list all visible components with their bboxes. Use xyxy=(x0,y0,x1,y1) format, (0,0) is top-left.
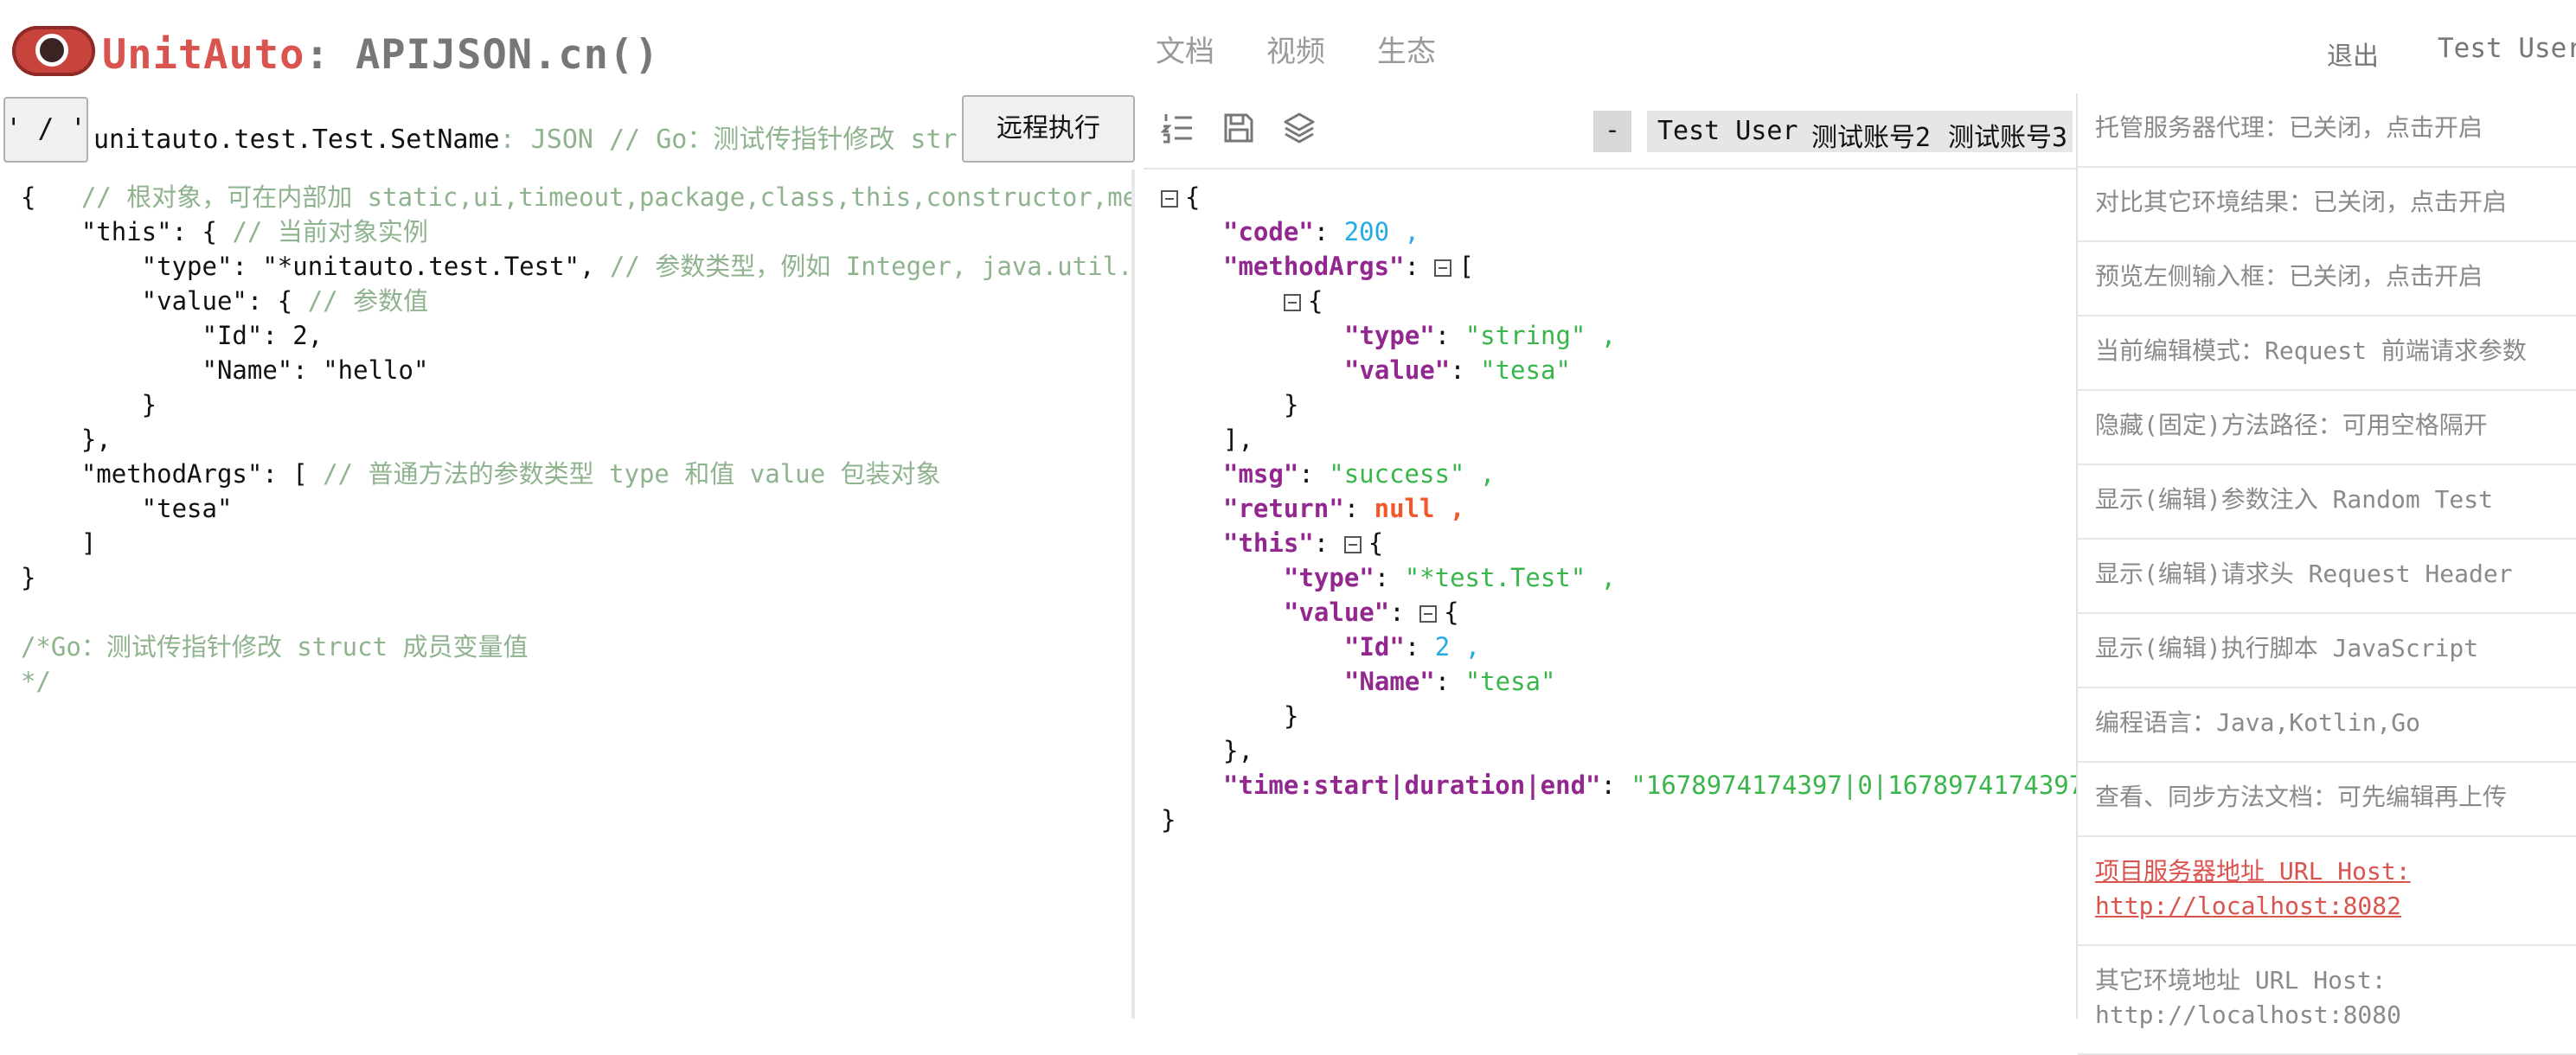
method-path-hint: : JSON // Go：测试传指针修改 struct 成员变量值 xyxy=(499,125,958,152)
save-icon[interactable] xyxy=(1221,111,1256,145)
json-line: } xyxy=(1284,390,1299,419)
code-line: }, xyxy=(21,425,112,454)
json-line: "this": { xyxy=(1223,528,1384,558)
nav-ecosystem[interactable]: 生态 xyxy=(1377,28,1436,70)
logout-link[interactable]: 退出 xyxy=(2327,35,2379,73)
json-line: ], xyxy=(1223,425,1253,454)
json-line: "msg": "success" , xyxy=(1223,459,1496,489)
account-tab[interactable]: 测试账号2 xyxy=(1811,116,1931,152)
json-line: "return": null , xyxy=(1223,494,1465,523)
layers-icon[interactable] xyxy=(1282,111,1317,145)
remote-run-button[interactable]: 远程执行 xyxy=(962,95,1135,163)
logo-icon xyxy=(12,26,95,76)
code-line: "this": { // 当前对象实例 xyxy=(21,217,428,246)
code-line: { // 根对象，可在内部加 static,ui,timeout,package… xyxy=(21,182,1135,212)
json-line: }, xyxy=(1223,736,1253,765)
json-line: } xyxy=(1284,701,1299,731)
code-line: /*Go：测试传指针修改 struct 成员变量值 xyxy=(21,632,529,662)
account-tab[interactable]: Test User xyxy=(1657,116,1798,146)
json-line: "value": { xyxy=(1284,598,1459,627)
setting-item[interactable]: 编程语言：Java,Kotlin,Go xyxy=(2078,688,2576,763)
setting-item[interactable]: 其它环境地址 URL Host: http://localhost:8080 xyxy=(2078,946,2576,1055)
method-bar: ' / ' unitauto.test.Test.SetName: JSON /… xyxy=(0,93,1135,164)
json-line: "value": "tesa" xyxy=(1344,355,1571,385)
json-line: "Id": 2 , xyxy=(1344,632,1481,662)
setting-item[interactable]: 查看、同步方法文档：可先编辑再上传 xyxy=(2078,763,2576,837)
collapse-icon[interactable] xyxy=(1434,259,1452,277)
json-line: { xyxy=(1161,180,1200,214)
settings-panel: 托管服务器代理：已关闭，点击开启 对比其它环境结果：已关闭，点击开启 预览左侧输入框… xyxy=(2076,93,2576,1055)
code-line: } xyxy=(21,563,36,592)
account-tabs: Test User 测试账号2 测试账号3 xyxy=(1647,111,2073,152)
setting-item[interactable]: 显示(编辑)请求头 Request Header xyxy=(2078,540,2576,614)
collapse-icon[interactable] xyxy=(1284,294,1301,311)
json-line: } xyxy=(1161,805,1176,834)
app-logo-text[interactable]: UnitAuto: APIJSON.cn() xyxy=(102,31,660,79)
setting-item[interactable]: 隐藏(固定)方法路径：可用空格隔开 xyxy=(2078,391,2576,465)
account-collapse-button[interactable]: - xyxy=(1593,111,1631,152)
collapse-icon[interactable] xyxy=(1343,536,1362,553)
json-line: "type": "*test.Test" , xyxy=(1284,563,1617,592)
code-line: "type": "*unitauto.test.Test", // 参数类型，例… xyxy=(21,252,1133,281)
collapse-icon[interactable] xyxy=(1161,190,1178,208)
json-line: "type": "string" , xyxy=(1344,321,1617,350)
setting-item[interactable]: 预览左侧输入框：已关闭，点击开启 xyxy=(2078,242,2576,316)
response-viewer[interactable]: { "code": 200 , "methodArgs": [ { "type"… xyxy=(1144,169,2076,1019)
nav-docs[interactable]: 文档 xyxy=(1156,28,1214,70)
list-numbered-icon[interactable] xyxy=(1161,111,1195,145)
collapse-icon[interactable] xyxy=(1419,605,1438,623)
setting-item[interactable]: 托管服务器代理：已关闭，点击开启 xyxy=(2078,93,2576,168)
code-line: "tesa" xyxy=(21,494,233,523)
account-tab[interactable]: 测试账号3 xyxy=(1948,116,2067,152)
json-line: "Name": "tesa" xyxy=(1344,667,1556,696)
request-editor[interactable]: { // 根对象，可在内部加 static,ui,timeout,package… xyxy=(0,169,1135,1019)
json-line: { xyxy=(1284,284,1323,318)
json-line: "time:start|duration|end": "167897417439… xyxy=(1223,770,2076,800)
header: UnitAuto: APIJSON.cn() 文档 视频 生态 退出 Test … xyxy=(0,0,2576,95)
code-line: ] xyxy=(21,528,97,558)
method-path-input[interactable]: unitauto.test.Test.SetName: JSON // Go：测… xyxy=(93,118,958,152)
code-line: "Id": 2, xyxy=(21,321,324,350)
code-line: } xyxy=(21,390,157,419)
brand-suffix: : APIJSON.cn() xyxy=(304,31,660,79)
method-path-text: unitauto.test.Test.SetName xyxy=(93,125,500,152)
code-line: "Name": "hello" xyxy=(21,355,429,385)
setting-item[interactable]: 对比其它环境结果：已关闭，点击开启 xyxy=(2078,168,2576,242)
json-line: "code": 200 , xyxy=(1223,217,1419,246)
setting-item[interactable]: 显示(编辑)参数注入 Random Test xyxy=(2078,465,2576,540)
setting-item[interactable]: 当前编辑模式：Request 前端请求参数 xyxy=(2078,316,2576,391)
code-line: */ xyxy=(21,667,51,696)
brand-name: UnitAuto xyxy=(102,31,305,79)
setting-item[interactable]: 项目服务器地址 URL Host: http://localhost:8082 xyxy=(2078,837,2576,946)
code-line: "value": { // 参数值 xyxy=(21,286,429,316)
nav-video[interactable]: 视频 xyxy=(1266,28,1325,70)
type-toggle-button[interactable]: ' / ' xyxy=(3,97,88,163)
setting-item[interactable]: 显示(编辑)执行脚本 JavaScript xyxy=(2078,614,2576,688)
code-line: "methodArgs": [ // 普通方法的参数类型 type 和值 val… xyxy=(21,459,941,489)
json-line: "methodArgs": [ xyxy=(1223,252,1474,281)
current-user-label[interactable]: Test User xyxy=(2438,33,2576,64)
